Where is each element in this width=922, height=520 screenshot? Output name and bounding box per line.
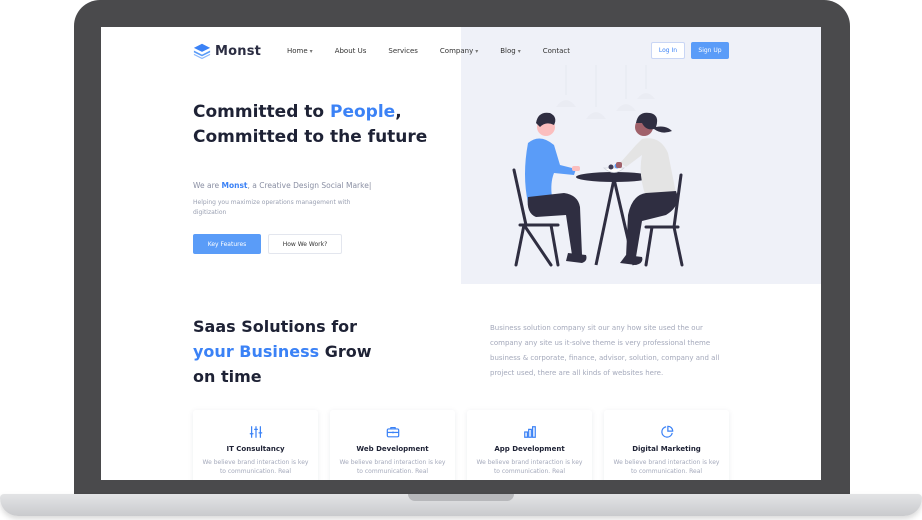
solutions-description: Business solution company sit our any ho… bbox=[490, 324, 720, 377]
solutions-title: Saas Solutions for your Business Grow on… bbox=[193, 314, 393, 389]
signup-button[interactable]: Sign Up bbox=[691, 42, 729, 59]
nav-label: Services bbox=[388, 47, 418, 55]
main-nav: Home ▾ About Us Services Company ▾ Blog ▾ C… bbox=[287, 47, 592, 55]
chevron-down-icon: ▾ bbox=[309, 47, 313, 55]
sliders-icon bbox=[249, 426, 262, 438]
nav-label: Company bbox=[439, 47, 474, 55]
card-title: Web Development bbox=[356, 445, 429, 453]
solutions-title-part: Saas Solutions for bbox=[193, 317, 358, 336]
card-title: App Development bbox=[494, 445, 565, 453]
pie-chart-icon bbox=[660, 425, 673, 438]
chevron-down-icon: ▾ bbox=[475, 47, 479, 55]
tagline-brand: Monst bbox=[221, 181, 248, 190]
service-card-it-consultancy[interactable]: IT Consultancy We believe brand interact… bbox=[193, 410, 318, 480]
service-card-digital-marketing[interactable]: Digital Marketing We believe brand inter… bbox=[604, 410, 729, 480]
nav-item-contact[interactable]: Contact bbox=[543, 47, 570, 55]
login-button[interactable]: Log In bbox=[651, 42, 685, 59]
hero-illustration bbox=[512, 65, 684, 267]
nav-label: Blog bbox=[500, 47, 516, 55]
card-title: Digital Marketing bbox=[632, 445, 701, 453]
nav-item-services[interactable]: Services bbox=[388, 47, 418, 55]
card-title: IT Consultancy bbox=[226, 445, 285, 453]
chevron-down-icon: ▾ bbox=[517, 47, 521, 55]
nav-label: About Us bbox=[334, 47, 367, 55]
card-text: We believe brand interaction is key to c… bbox=[613, 459, 720, 475]
nav-item-home[interactable]: Home ▾ bbox=[287, 47, 313, 55]
nav-item-about[interactable]: About Us bbox=[335, 47, 367, 55]
tagline-suffix: , a Creative Design Social Marke| bbox=[247, 181, 372, 190]
pendant-lamps bbox=[556, 65, 655, 119]
briefcase-icon bbox=[386, 427, 399, 438]
bar-chart-icon bbox=[523, 426, 536, 438]
hero-description: Helping you maximize operations manageme… bbox=[193, 199, 351, 216]
card-text: We believe brand interaction is key to c… bbox=[202, 459, 309, 475]
hero-title-accent: People bbox=[330, 102, 396, 122]
card-text: We believe brand interaction is key to c… bbox=[476, 459, 583, 475]
nav-label: Home bbox=[287, 47, 308, 55]
solutions-title-accent: your Business bbox=[193, 342, 320, 361]
card-text: We believe brand interaction is key to c… bbox=[339, 459, 446, 475]
nav-label: Contact bbox=[542, 47, 570, 55]
service-cards: IT Consultancy We believe brand interact… bbox=[193, 410, 729, 480]
laptop-notch bbox=[408, 494, 514, 501]
tagline-prefix: We are bbox=[193, 181, 222, 190]
nav-item-company[interactable]: Company ▾ bbox=[440, 47, 478, 55]
hero-title-part: Committed to bbox=[193, 102, 331, 122]
how-we-work-button[interactable]: How We Work? bbox=[268, 234, 342, 254]
service-card-app-development[interactable]: App Development We believe brand interac… bbox=[467, 410, 592, 480]
service-card-web-development[interactable]: Web Development We believe brand interac… bbox=[330, 410, 455, 480]
logo[interactable]: Monst bbox=[193, 42, 261, 60]
key-features-button[interactable]: Key Features bbox=[193, 234, 261, 254]
hero-tagline: We are Monst, a Creative Design Social M… bbox=[193, 181, 371, 190]
logo-icon bbox=[193, 43, 211, 60]
logo-text: Monst bbox=[215, 43, 262, 59]
woman-figure bbox=[616, 112, 678, 265]
hero-title: Committed to People, Committed to the fu… bbox=[193, 100, 443, 150]
nav-item-blog[interactable]: Blog ▾ bbox=[500, 47, 521, 55]
website-screen: Monst Home ▾ About Us Services Company ▾ B… bbox=[101, 27, 821, 480]
